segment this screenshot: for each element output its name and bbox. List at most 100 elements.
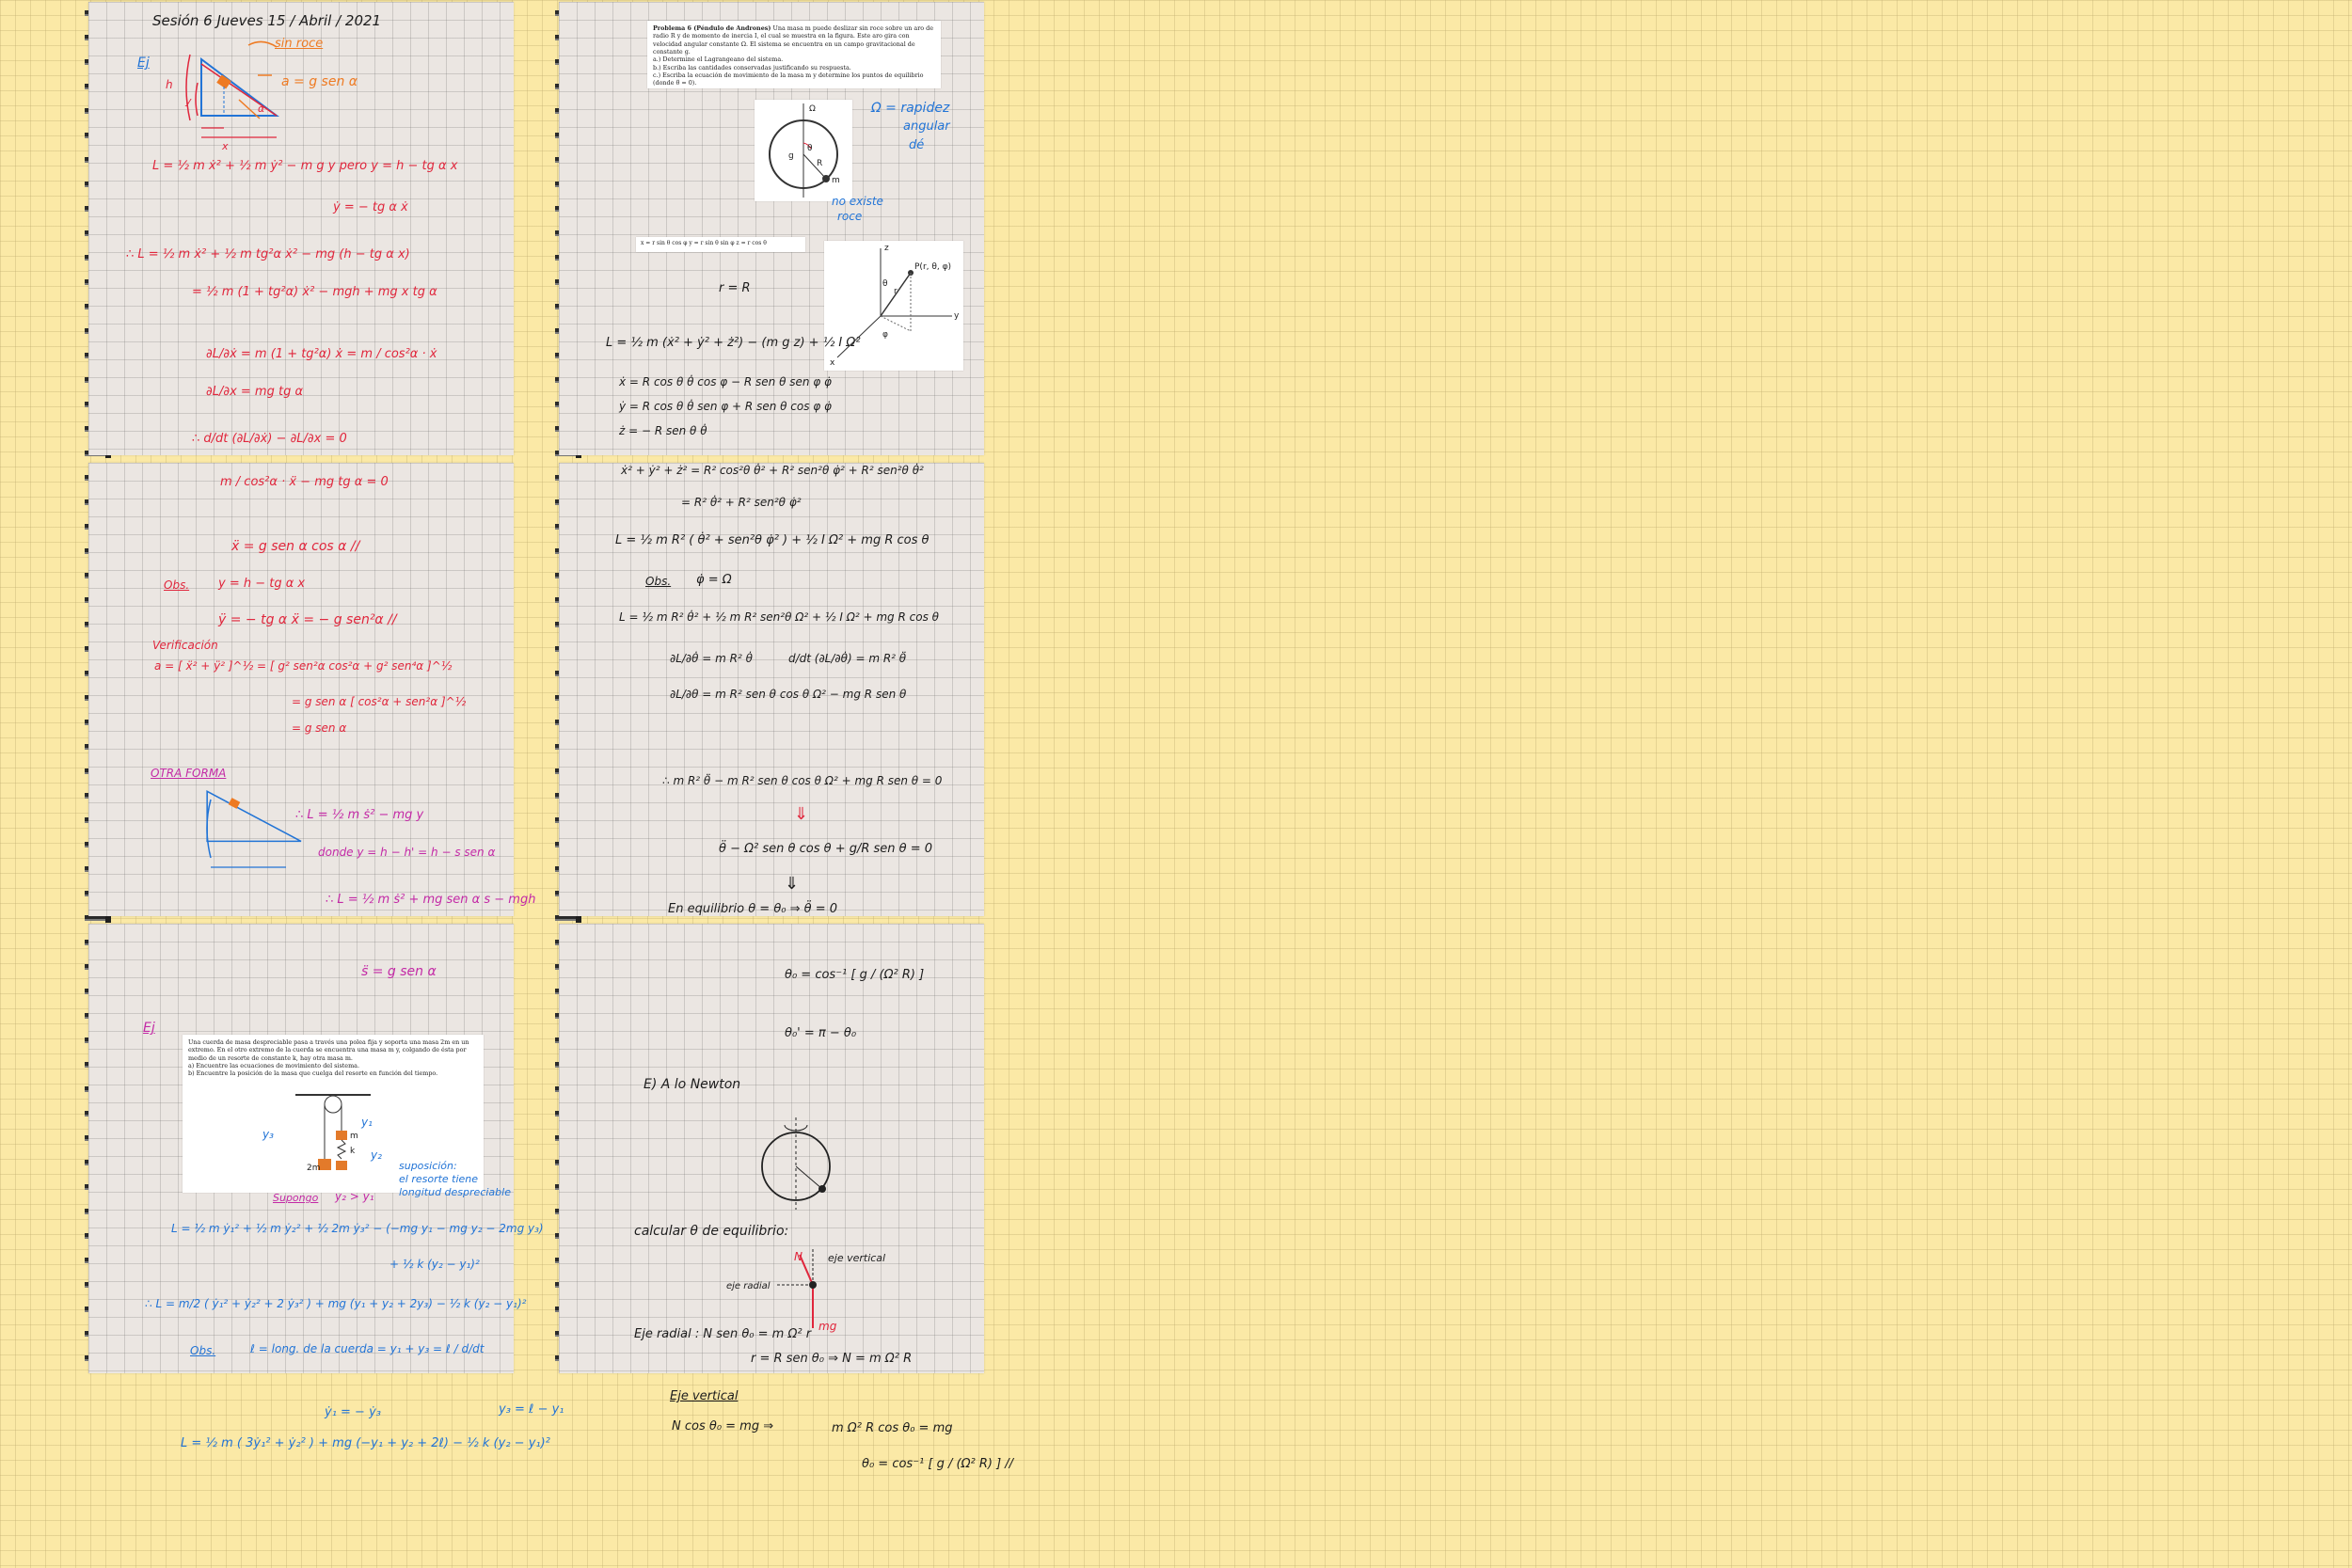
y2-label: y₂ — [371, 1148, 382, 1162]
spherical-figure-card: z y x P(r, θ, φ) r θ φ — [824, 241, 963, 371]
lagrangian-s2: ∴ L = ½ m ṡ² + mg sen α s − mgh — [326, 893, 536, 907]
sddot-result: s̈ = g sen α — [361, 964, 437, 979]
vertical-equation: N cos θ₀ = mg ⇒ — [672, 1419, 774, 1433]
obs-label-3: Obs. — [645, 575, 672, 588]
y-label: y — [185, 95, 192, 107]
spherical-figure: z y x P(r, θ, φ) r θ φ — [830, 244, 960, 368]
equation-of-motion-2: θ̈ − Ω² sen θ cos θ + g/R sen θ = 0 — [719, 842, 933, 856]
velocity-squared: ẋ² + ẏ² + ż² = R² cos²θ θ̇² + R² sen²θ φ… — [621, 464, 924, 477]
notebook-page-right-1: Problema 6 (Péndulo de Andrones) Una mas… — [559, 2, 984, 455]
notebook-page-left-1: Sesión 6 Jueves 15 / Abril / 2021 Ej h y… — [88, 2, 514, 455]
notebook-page-right-3: θ₀ = cos⁻¹ [ g / (Ω² R) ] θ₀' = π − θ₀ E… — [559, 924, 984, 1373]
spring-assumption-2: el resorte tiene — [399, 1173, 479, 1185]
yddot-result: ÿ = − tg α ẍ = − g sen²α // — [218, 612, 397, 627]
normal-force-label: N — [794, 1250, 803, 1263]
radial-equation: Eje radial : N sen θ₀ = m Ω² r — [634, 1327, 812, 1341]
hoop-m-label: m — [832, 176, 840, 185]
lagrangian-2: ∴ L = ½ m ẋ² + ½ m tg²α ẋ² − mg (h − tg … — [126, 247, 410, 261]
equation-of-motion: ∴ m R² θ̈ − m R² sen θ cos θ Ω² + mg R s… — [662, 774, 943, 787]
problem-title: Problema 6 (Péndulo de Andrones) — [653, 24, 771, 32]
supongo-label: Supongo — [273, 1192, 319, 1204]
y2-gt-y1: y₂ > y₁ — [335, 1190, 374, 1203]
session-header: Sesión 6 Jueves 15 / Abril / 2021 — [152, 12, 382, 29]
axis-phi: φ — [882, 330, 888, 340]
partial-thetadot: ∂L/∂θ̇ = m R² θ̇ — [670, 652, 753, 665]
no-friction-note-2: no existe — [832, 195, 883, 208]
other-method-title: OTRA FORMA — [151, 767, 227, 780]
omega-note-2: angular — [903, 119, 950, 134]
no-friction-note-3: roce — [837, 210, 863, 223]
partial-xdot: ∂L/∂ẋ = m (1 + tg²α) ẋ = m / cos²α · ẋ — [206, 347, 437, 361]
hoop-sketch — [761, 1117, 831, 1210]
y1-label: y₁ — [361, 1116, 373, 1129]
radius-equation: r = R sen θ₀ ⇒ N = m Ω² R — [751, 1352, 913, 1366]
axis-theta: θ — [882, 279, 888, 289]
atwood-m-label: m — [350, 1132, 358, 1141]
weight-label: mg — [818, 1320, 837, 1333]
hoop-figure: Ω g R m θ — [769, 103, 840, 198]
spring-assumption: suposición: — [399, 1160, 457, 1172]
axis-r: r — [894, 287, 898, 296]
radial-axis-label: eje radial — [726, 1281, 771, 1291]
atwood-2m-label: 2m — [307, 1164, 321, 1173]
hoop-r-label: R — [817, 159, 822, 168]
hoop-g-label: g — [788, 151, 794, 161]
vertical-result: m Ω² R cos θ₀ = mg — [832, 1421, 953, 1435]
lagrangian-R2: L = ½ m R² θ̇² + ½ m R² sen²θ Ω² + ½ I Ω… — [619, 610, 939, 624]
hoop-theta-label: θ — [807, 144, 813, 153]
spherical-coords-card: x = r sin θ cos φ y = r sin θ sin φ z = … — [636, 237, 805, 252]
calc-equilibrium-label: calcular θ de equilibrio: — [634, 1224, 789, 1239]
acceleration-note: a = g sen α — [281, 74, 358, 89]
notebook-page-left-3: s̈ = g sen α Ej Una cuerda de masa despr… — [88, 924, 544, 1373]
omega-note-3: dé — [909, 138, 925, 152]
velocity-squared-2: = R² θ̇² + R² sen²θ φ̇² — [681, 496, 802, 509]
zdot-spherical: ż = − R sen θ θ̇ — [619, 424, 707, 437]
euler-lagrange: ∴ d/dt (∂L/∂ẋ) − ∂L/∂x = 0 — [192, 432, 347, 446]
height-label: h — [166, 78, 173, 91]
atwood-lagrangian-2: + ½ k (y₂ − y₁)² — [389, 1258, 480, 1271]
axis-z: z — [884, 244, 889, 253]
y3-label: y₃ — [262, 1128, 274, 1141]
lagrangian-R: L = ½ m R² ( θ̇² + sen²θ φ̇² ) + ½ I Ω² … — [615, 533, 930, 547]
example-2-label: Ej — [143, 1021, 155, 1036]
problem-item-c: c.) Escriba la ecuación de movimiento de… — [653, 71, 924, 87]
spring-assumption-3: longitud despreciable — [399, 1186, 511, 1198]
atwood-k-label: k — [350, 1147, 356, 1156]
phidot-omega: φ̇ = Ω — [696, 573, 732, 587]
x-label: x — [222, 140, 229, 152]
accel-magnitude: a = [ ẍ² + ÿ² ]^½ = [ g² sen²α cos²α + g… — [154, 659, 453, 673]
newton-method-label: E) A lo Newton — [644, 1077, 741, 1092]
accel-magnitude-2: = g sen α [ cos²α + sen²α ]^½ — [292, 695, 467, 708]
lagrangian-spherical: L = ½ m (ẋ² + ẏ² + ż²) − (m g z) + ½ I Ω… — [606, 336, 861, 350]
eom-x: m / cos²α · ẍ − mg tg α = 0 — [220, 475, 389, 489]
incline-diagram-2 — [206, 790, 302, 868]
atwood-lagrangian-3: ∴ L = m/2 ( ẏ₁² + ẏ₂² + 2 ẏ₃² ) + mg (y₁… — [145, 1297, 527, 1310]
r-equals-R: r = R — [719, 281, 751, 295]
verification-label: Verificación — [152, 639, 218, 652]
lagrangian-s: ∴ L = ½ m ṡ² − mg y — [295, 808, 424, 822]
xdot-spherical: ẋ = R cos θ θ̇ cos φ − R sen θ sen φ φ̇ — [619, 375, 832, 388]
point-P: P(r, θ, φ) — [914, 262, 951, 272]
equilibrium-condition: En equilibrio θ = θ₀ ⇒ θ̈ = 0 — [668, 902, 838, 916]
partial-x: ∂L/∂x = mg tg α — [206, 385, 304, 399]
y-definition: donde y = h − h' = h − s sen α — [318, 846, 496, 859]
pendulum-problem-card: Problema 6 (Péndulo de Andrones) Una mas… — [647, 21, 941, 88]
omega-note: Ω = rapidez — [871, 101, 950, 116]
atwood-item-b: b) Encuentre la posición de la masa que … — [188, 1069, 438, 1078]
obs-label-2: Obs. — [190, 1344, 216, 1357]
y3-relation: y₃ = ℓ − y₁ — [499, 1402, 564, 1417]
alpha-label: α — [258, 103, 265, 115]
no-friction-note: sin roce — [275, 37, 324, 51]
notebook-page-right-2: ẋ² + ẏ² + ż² = R² cos²θ θ̇² + R² sen²θ φ… — [559, 463, 984, 916]
partial-theta: ∂L/∂θ = m R² sen θ cos θ Ω² − mg R sen θ — [670, 688, 907, 701]
atwood-lagrangian-1: L = ½ m ẏ₁² + ½ m ẏ₂² + ½ 2m ẏ₃² − (−mg … — [171, 1222, 544, 1235]
accel-magnitude-3: = g sen α — [292, 721, 347, 735]
ydot-relation: ẏ = − tg α ẋ — [333, 200, 408, 214]
problem-item-b: b.) Escriba las cantidades conservadas j… — [653, 63, 851, 71]
xddot-result: ẍ = g sen α cos α // — [231, 539, 360, 554]
obs-label: Obs. — [164, 578, 190, 592]
hoop-omega-label: Ω — [809, 104, 816, 114]
final-equilibrium-angle: θ₀ = cos⁻¹ [ g / (Ω² R) ] // — [862, 1457, 1014, 1471]
y-relation: y = h − tg α x — [218, 577, 306, 591]
rope-constraint: ℓ = long. de la cuerda = y₁ + y₃ = ℓ / d… — [250, 1342, 485, 1355]
